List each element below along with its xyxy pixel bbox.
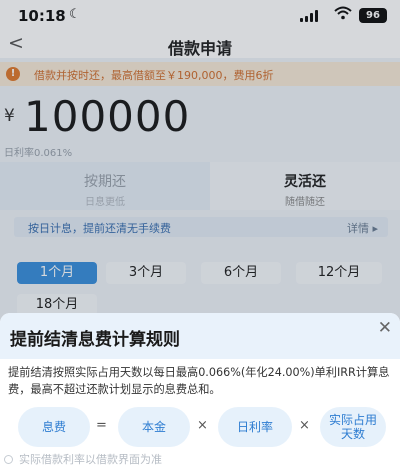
formula-actual-days: 实际占用天数	[320, 407, 386, 447]
formula-principal: 本金	[118, 407, 190, 447]
multiply-sign: ×	[299, 418, 310, 433]
formula-daily-rate: 日利率	[218, 407, 292, 447]
early-settlement-rules-sheet: 提前结清息费计算规则 ✕ 提前结清按照实际占用天数以每日最高0.066%(年化2…	[0, 313, 400, 476]
rules-description: 提前结清按照实际占用天数以每日最高0.066%(年化24.00%)单利IRR计算…	[8, 366, 390, 396]
footnote-text: 实际借款利率以借款界面为准	[19, 453, 162, 466]
sheet-title: 提前结清息费计算规则	[10, 330, 180, 350]
formula-fee: 息费	[18, 407, 90, 447]
multiply-sign: ×	[197, 418, 208, 433]
close-icon[interactable]: ✕	[378, 319, 392, 337]
rate-footnote: 实际借款利率以借款界面为准	[4, 451, 162, 467]
equals-sign: =	[96, 418, 107, 433]
sheet-header: 提前结清息费计算规则 ✕	[0, 313, 400, 359]
fee-formula: 息费 = 本金 × 日利率 × 实际占用天数	[0, 407, 400, 451]
info-circle-icon	[4, 455, 13, 464]
